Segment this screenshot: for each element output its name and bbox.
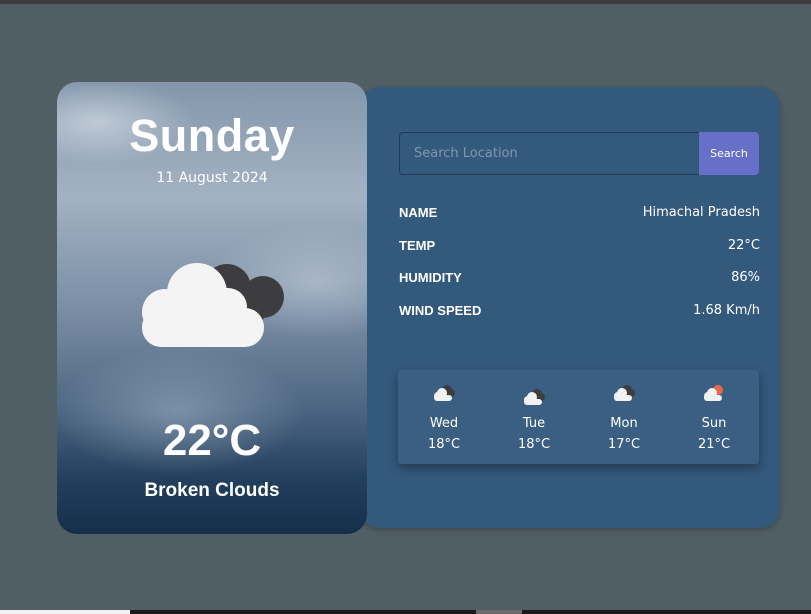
- taskbar-segment: [476, 610, 522, 614]
- detail-value: Himachal Pradesh: [642, 204, 760, 220]
- forecast-day-item: Mon 17°C: [579, 370, 669, 464]
- weather-hero-panel: Sunday 11 August 2024 22°C Broken Clouds: [57, 82, 367, 534]
- search-location-input[interactable]: [399, 132, 699, 175]
- detail-row-temp: TEMP 22°C: [399, 234, 760, 256]
- forecast-day-item: Sun 21°C: [669, 370, 759, 464]
- partly-sunny-icon: [704, 385, 723, 401]
- forecast-temp-label: 18°C: [517, 437, 551, 452]
- current-temperature: 22°C: [162, 416, 262, 465]
- broken-clouds-icon: [142, 263, 284, 347]
- search-button[interactable]: Search: [699, 132, 759, 175]
- detail-value: 22°C: [727, 237, 760, 253]
- forecast-day-label: Sun: [701, 416, 727, 431]
- broken-clouds-icon: [434, 385, 455, 401]
- taskbar-edge: [0, 610, 811, 614]
- detail-row-humidity: HUMIDITY 86%: [399, 266, 760, 288]
- window-top-edge: [0, 0, 811, 4]
- taskbar-segment: [0, 610, 130, 614]
- broken-clouds-icon: [614, 385, 635, 401]
- forecast-day-item: Tue 18°C: [489, 370, 579, 464]
- detail-label: NAME: [399, 204, 438, 220]
- detail-value: 1.68 Km/h: [693, 302, 760, 318]
- detail-row-name: NAME Himachal Pradesh: [399, 201, 760, 223]
- forecast-temp-label: 21°C: [697, 437, 731, 452]
- detail-label: WIND SPEED: [399, 302, 482, 318]
- detail-label: HUMIDITY: [399, 269, 462, 285]
- forecast-day-label: Wed: [429, 416, 459, 431]
- detail-row-wind-speed: WIND SPEED 1.68 Km/h: [399, 299, 760, 321]
- detail-value: 86%: [731, 269, 760, 285]
- forecast-temp-label: 17°C: [607, 437, 641, 452]
- detail-label: TEMP: [399, 237, 436, 253]
- forecast-day-label: Mon: [610, 416, 638, 431]
- forecast-day-item: Wed 18°C: [399, 370, 489, 464]
- forecast-temp-label: 18°C: [427, 437, 461, 452]
- date-label: 11 August 2024: [156, 170, 268, 186]
- forecast-strip: Wed 18°C Tue 18°C Mon 17°C Sun 21°C: [398, 370, 759, 464]
- broken-clouds-icon: [524, 389, 545, 405]
- weather-description: Broken Clouds: [144, 480, 280, 501]
- forecast-day-label: Tue: [522, 416, 546, 431]
- day-title: Sunday: [129, 110, 295, 161]
